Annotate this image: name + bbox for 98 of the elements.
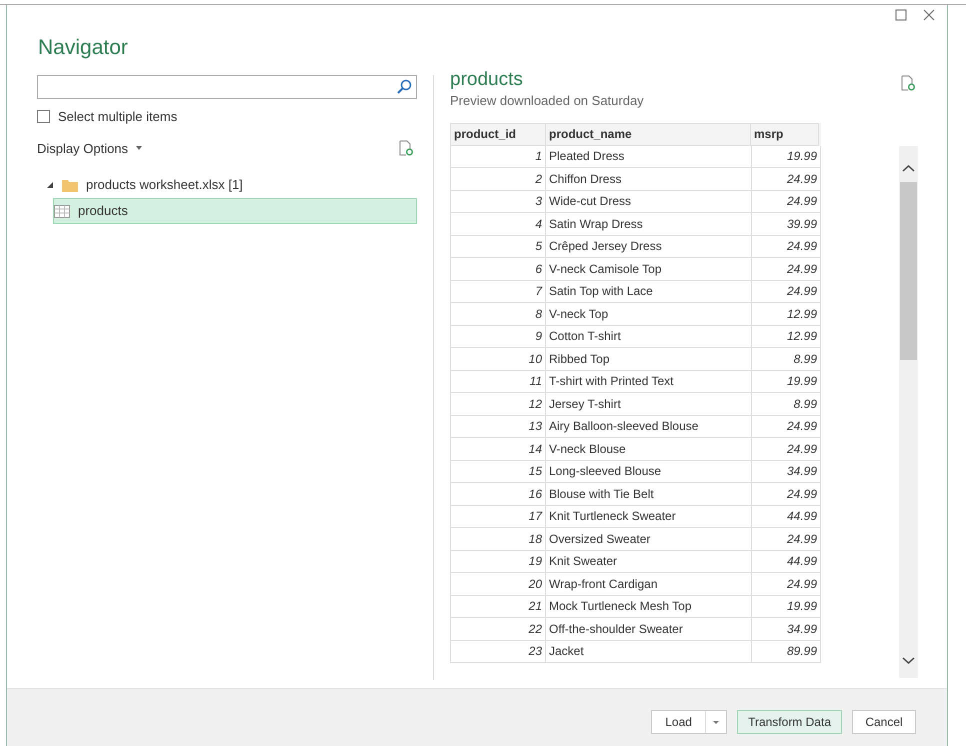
table-cell: Blouse with Tie Belt <box>546 483 752 506</box>
checkbox[interactable] <box>37 110 50 124</box>
table-cell: 6 <box>450 258 546 280</box>
table-cell: 1 <box>450 146 546 168</box>
table-cell: 16 <box>450 483 546 506</box>
table-cell: 24.99 <box>752 190 821 213</box>
table-cell: 19 <box>450 550 546 573</box>
table-cell: 89.99 <box>752 640 821 663</box>
table-cell: 12.99 <box>752 326 821 348</box>
caret-icon <box>136 146 142 150</box>
table-cell: 34.99 <box>752 460 821 483</box>
table-cell: 12 <box>450 393 546 416</box>
table-cell: 8 <box>450 303 546 326</box>
table-cell: Ribbed Top <box>546 348 752 370</box>
table-cell: 24.99 <box>752 168 821 190</box>
close-icon[interactable] <box>923 9 935 21</box>
folder-icon <box>62 178 78 192</box>
table-cell: 24.99 <box>752 258 821 280</box>
expand-triangle-icon[interactable] <box>46 181 54 189</box>
table-cell: Knit Sweater <box>546 550 752 573</box>
table-cell: 12.99 <box>752 303 821 326</box>
table-cell: 22 <box>450 618 546 640</box>
table-cell: Wrap-front Cardigan <box>546 573 752 596</box>
table-cell: 24.99 <box>752 438 821 460</box>
scrollbar-thumb[interactable] <box>900 182 917 360</box>
table-cell: 3 <box>450 190 546 213</box>
table-cell: 13 <box>450 416 546 438</box>
table-cell: 18 <box>450 528 546 550</box>
table-cell: V-neck Blouse <box>546 438 752 460</box>
table-cell: Pleated Dress <box>546 146 752 168</box>
dialog-button[interactable]: Transform Data <box>737 710 842 734</box>
tree-item-label: products worksheet.xlsx [1] <box>86 176 243 194</box>
table-cell: 20 <box>450 573 546 596</box>
table-cell: 24.99 <box>752 236 821 258</box>
tree-item-label: products <box>78 202 128 220</box>
table-cell: 39.99 <box>752 213 821 236</box>
search-icon[interactable] <box>396 79 412 95</box>
table-cell: Airy Balloon-sleeved Blouse <box>546 416 752 438</box>
table-cell: 19.99 <box>752 146 821 168</box>
display-options-dropdown[interactable]: Display Options <box>37 138 142 158</box>
table-cell: Wide-cut Dress <box>546 190 752 213</box>
table-cell: 23 <box>450 640 546 663</box>
refresh-document-icon[interactable] <box>901 75 915 91</box>
column-header[interactable]: msrp <box>750 122 819 146</box>
preview-subtitle: Preview downloaded on Saturday <box>450 92 644 110</box>
table-cell: Satin Top with Lace <box>546 280 752 303</box>
table-cell: 4 <box>450 213 546 236</box>
window-title: Navigator <box>38 35 128 61</box>
load-button[interactable]: Load <box>652 710 706 732</box>
table-cell: 9 <box>450 326 546 348</box>
scrollbar[interactable] <box>899 146 918 678</box>
table-icon <box>54 204 70 218</box>
table-cell: 15 <box>450 460 546 483</box>
table-cell: Off-the-shoulder Sweater <box>546 618 752 640</box>
table-cell: Cotton T-shirt <box>546 326 752 348</box>
table-cell: Jersey T-shirt <box>546 393 752 416</box>
table-cell: V-neck Camisole Top <box>546 258 752 280</box>
table-cell: 5 <box>450 236 546 258</box>
table-cell: 14 <box>450 438 546 460</box>
checkbox-label: Select multiple items <box>58 108 178 126</box>
table-cell: 24.99 <box>752 483 821 506</box>
table-cell: 11 <box>450 370 546 393</box>
table-cell: Long-sleeved Blouse <box>546 460 752 483</box>
table-cell: 2 <box>450 168 546 190</box>
table-cell: 19.99 <box>752 370 821 393</box>
dialog-button[interactable]: Cancel <box>852 710 916 734</box>
table-cell: 44.99 <box>752 506 821 528</box>
table-cell: 10 <box>450 348 546 370</box>
preview-title: products <box>450 69 523 91</box>
table-cell: 19.99 <box>752 596 821 618</box>
table-cell: 7 <box>450 280 546 303</box>
table-cell: 24.99 <box>752 416 821 438</box>
table-cell: T-shirt with Printed Text <box>546 370 752 393</box>
table-cell: 44.99 <box>752 550 821 573</box>
maximize-icon[interactable] <box>895 9 907 21</box>
table-cell: Satin Wrap Dress <box>546 213 752 236</box>
table-cell: 8.99 <box>752 348 821 370</box>
table-cell: Chiffon Dress <box>546 168 752 190</box>
column-header[interactable]: product_name <box>545 122 751 146</box>
table-cell: 34.99 <box>752 618 821 640</box>
refresh-document-icon[interactable] <box>399 140 413 156</box>
table-cell: Jacket <box>546 640 752 663</box>
table-cell: 8.99 <box>752 393 821 416</box>
table-cell: 21 <box>450 596 546 618</box>
load-split-button[interactable]: Load <box>651 710 728 734</box>
tree-item[interactable]: products worksheet.xlsx [1] <box>45 172 417 198</box>
tree-item[interactable]: products <box>53 198 417 224</box>
column-header[interactable]: product_id <box>450 122 546 146</box>
table-cell: Oversized Sweater <box>546 528 752 550</box>
table-cell: 24.99 <box>752 280 821 303</box>
table-cell: Mock Turtleneck Mesh Top <box>546 596 752 618</box>
table-cell: 24.99 <box>752 573 821 596</box>
table-cell: 17 <box>450 506 546 528</box>
table-cell: Crêped Jersey Dress <box>546 236 752 258</box>
table-cell: V-neck Top <box>546 303 752 326</box>
table-cell: 24.99 <box>752 528 821 550</box>
search-field[interactable] <box>37 75 417 99</box>
table-cell: Knit Turtleneck Sweater <box>546 506 752 528</box>
